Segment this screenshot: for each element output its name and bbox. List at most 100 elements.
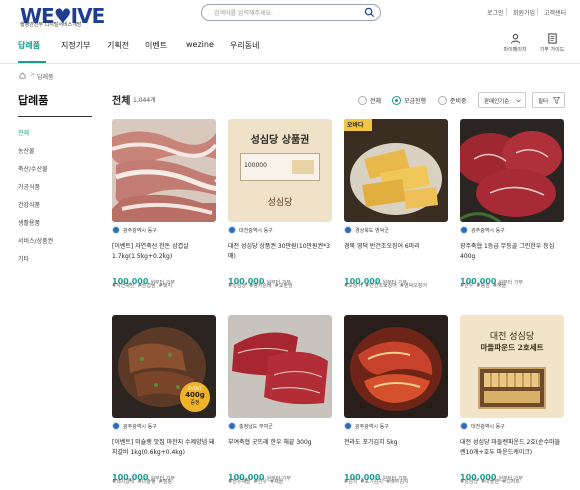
seller-logo <box>460 226 468 234</box>
tag[interactable]: #김치 <box>344 479 357 485</box>
donation-guide-button[interactable]: 기부 가이드 <box>537 33 567 53</box>
product-title[interactable]: 경북 영덕 반건조오징어 6마리 <box>344 242 448 252</box>
nav-exhibition[interactable]: 기획전 <box>107 40 129 51</box>
sort-value: 판매인기순 <box>484 99 510 105</box>
sidebar-item-service-voucher[interactable]: 서비스/상품권 <box>18 236 53 245</box>
tag[interactable]: #해뜰 <box>493 283 506 289</box>
tag[interactable]: #반건조오징어 <box>365 283 397 289</box>
product-tags: #한우채끝 #한우 #채끝 <box>228 478 332 485</box>
product-image[interactable]: 오바다 <box>344 119 448 222</box>
product-tags: #오징어 #반건조오징어 #영덕오징어 <box>344 282 448 289</box>
product-image[interactable] <box>112 119 216 222</box>
tag[interactable]: #영덕오징어 <box>400 283 427 289</box>
seller-name: 광주광역시 동구 <box>471 228 505 234</box>
product-title[interactable]: 대전 성심당 마들렌파운드 2호(순수마들렌10개+호두 파운드케이크) <box>460 438 564 458</box>
product-title[interactable]: 광주축협 1등급 무등골 그린한우 등심 400g <box>460 242 564 262</box>
mypage-button[interactable]: 마이페이지 <box>500 33 530 53</box>
guide-icon <box>547 33 557 44</box>
sidebar-item-health[interactable]: 건강식품 <box>18 200 40 209</box>
product-image[interactable] <box>460 119 564 222</box>
search-icon[interactable] <box>364 7 375 18</box>
sidebar-item-household[interactable]: 생활용품 <box>18 218 40 227</box>
list-title: 전체 <box>112 96 131 107</box>
filter-icon <box>553 97 560 104</box>
nav-event[interactable]: 이벤트 <box>145 40 167 51</box>
seller-name: 대전광역시 동구 <box>239 228 273 234</box>
seller-logo <box>112 422 120 430</box>
tag[interactable]: #한우 <box>254 479 267 485</box>
seller-name: 경상북도 영덕군 <box>355 228 389 234</box>
tag[interactable]: #캠핑 <box>159 479 172 485</box>
tag[interactable]: #돼지 <box>159 283 172 289</box>
sort-select[interactable]: 판매인기순 <box>478 92 526 108</box>
seller-info: 광주광역시 동구 <box>344 422 448 432</box>
seller-name: 광주광역시 동구 <box>123 424 157 430</box>
tag[interactable]: #디저트 <box>502 479 520 485</box>
product-image[interactable]: EVENT 400g 증정 <box>112 315 216 418</box>
nav-designated-donation[interactable]: 지정기부 <box>61 40 90 51</box>
product-title[interactable]: 대전 성심당 상품권 30만원(10만원권*3매) <box>228 242 332 262</box>
seller-logo <box>228 226 236 234</box>
signup-link[interactable]: 회원가입 <box>513 8 535 17</box>
site-header: WE♥IVE 행정안전부 디지털서비스개방 검색어를 입력해주세요. 로그인 회… <box>0 0 580 64</box>
seller-logo <box>344 422 352 430</box>
breadcrumb-current[interactable]: 답례품 <box>37 72 54 81</box>
radio-ongoing[interactable] <box>392 96 401 105</box>
tag[interactable]: #빵지순례 <box>249 283 272 289</box>
product-image[interactable]: 대전 성심당 마들파운드 2호세트 <box>460 315 564 418</box>
product-tags: #성심당 #마들렌 #디저트 <box>460 478 564 485</box>
nav-neighborhood[interactable]: 우리동네 <box>230 40 259 51</box>
radio-all[interactable] <box>358 96 367 105</box>
nav-wezine[interactable]: wezine <box>186 40 214 49</box>
tag[interactable]: #마들렌 <box>481 479 499 485</box>
filter-button[interactable]: 필터 <box>532 92 565 108</box>
product-tags: #돼지갈비 #미슐랭 #캠핑 <box>112 478 216 485</box>
sidebar-divider <box>18 116 92 117</box>
support-link[interactable]: 고객센터 <box>544 8 566 17</box>
product-title[interactable]: 전라도 포기김치 5kg <box>344 438 448 448</box>
radio-ongoing-label[interactable]: 모금진행 <box>404 96 426 105</box>
tag[interactable]: #한우 <box>460 283 473 289</box>
seller-info: 대전광역시 동구 <box>228 226 332 236</box>
madeleine-line2: 마들파운드 2호세트 <box>480 343 544 352</box>
tag[interactable]: #등심 <box>476 283 489 289</box>
sidebar-item-all[interactable]: 전체 <box>18 128 29 137</box>
product-title[interactable]: [이벤트] 자연축산 한돈 삼겹살 1.7kg(1.5kg+0.2kg) <box>112 242 216 262</box>
nav-gifts[interactable]: 답례품 <box>18 40 40 51</box>
product-title[interactable]: 부여축협 굿뜨래 한우 채끝 300g <box>228 438 332 448</box>
seller-name: 대전광역시 동구 <box>471 424 505 430</box>
tag[interactable]: #포기김치 <box>360 479 383 485</box>
tag[interactable]: #자연축산 <box>112 283 135 289</box>
search-input[interactable]: 검색어를 입력해주세요. <box>201 4 381 21</box>
site-logo[interactable]: WE♥IVE <box>20 4 105 34</box>
seller-logo <box>344 226 352 234</box>
sidebar-item-livestock-seafood[interactable]: 축산/수산물 <box>18 164 48 173</box>
tag[interactable]: #한우채끝 <box>228 479 251 485</box>
home-icon[interactable] <box>19 72 26 79</box>
breadcrumb-separator: > <box>30 71 36 78</box>
tag[interactable]: #교환권 <box>275 283 293 289</box>
tag[interactable]: #오징어 <box>344 283 362 289</box>
person-icon <box>510 33 520 44</box>
radio-all-label[interactable]: 전체 <box>370 96 381 105</box>
product-image[interactable] <box>344 315 448 418</box>
tag[interactable]: #돼지갈비 <box>112 479 135 485</box>
product-image[interactable] <box>228 315 332 418</box>
event-badge-amount: 400g <box>185 391 205 399</box>
sidebar-item-etc[interactable]: 기타 <box>18 254 29 263</box>
product-title[interactable]: [이벤트] 미슐랭 맛집 마한지 수제양념 돼지갈비 1kg(0.6kg+0.4… <box>112 438 216 458</box>
login-link[interactable]: 로그인 <box>487 8 504 17</box>
tag[interactable]: #미슐랭 <box>138 479 156 485</box>
seller-logo <box>112 226 120 234</box>
tag[interactable]: #채끝 <box>270 479 283 485</box>
tag[interactable]: #삼겹살 <box>138 283 156 289</box>
product-image[interactable]: 성심당 상품권 100000 성심당 <box>228 119 332 222</box>
radio-preparing[interactable] <box>438 96 447 105</box>
tag[interactable]: #배추김치 <box>386 479 409 485</box>
tag[interactable]: #성심당 <box>228 283 246 289</box>
sidebar-item-agricultural[interactable]: 농산물 <box>18 146 35 155</box>
sidebar-item-processed[interactable]: 가공식품 <box>18 182 40 191</box>
pound-cake <box>484 391 540 403</box>
radio-preparing-label[interactable]: 준비중 <box>450 96 467 105</box>
tag[interactable]: #성심당 <box>460 479 478 485</box>
